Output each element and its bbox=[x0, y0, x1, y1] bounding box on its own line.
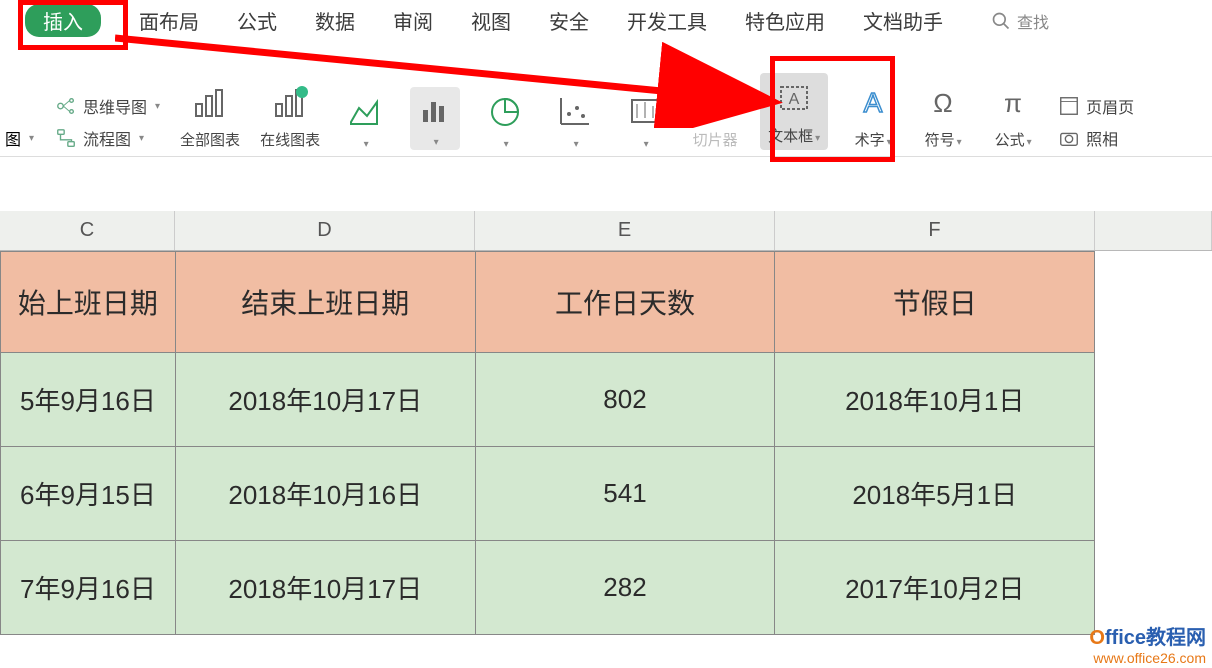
header-end-date[interactable]: 结束上班日期 bbox=[175, 252, 475, 353]
table-row: 6年9月15日 2018年10月16日 541 2018年5月1日 bbox=[1, 447, 1212, 541]
diagram-group: 思维导图▾ 流程图▾ bbox=[55, 94, 160, 150]
pie-chart-icon bbox=[487, 94, 523, 130]
spreadsheet-area: C D E F 始上班日期 结束上班日期 工作日天数 节假日 5年9月16日 2… bbox=[0, 157, 1212, 635]
col-header-f[interactable]: F bbox=[775, 211, 1095, 250]
cell[interactable]: 7年9月16日 bbox=[1, 541, 176, 635]
tab-review[interactable]: 审阅 bbox=[393, 6, 433, 35]
omega-icon: Ω bbox=[925, 84, 961, 120]
header-workdays[interactable]: 工作日天数 bbox=[475, 252, 775, 353]
chart-type-5-button[interactable]: ▾ bbox=[620, 91, 670, 150]
cell[interactable]: 2018年10月1日 bbox=[775, 353, 1095, 447]
bar-chart-icon bbox=[192, 84, 228, 120]
camera-button[interactable]: 照相 bbox=[1058, 126, 1134, 150]
textbox-button[interactable]: A 文本框▾ bbox=[760, 73, 828, 150]
header-holiday[interactable]: 节假日 bbox=[775, 252, 1095, 353]
tab-security[interactable]: 安全 bbox=[549, 6, 589, 35]
textbox-icon: A bbox=[776, 80, 812, 116]
tab-view[interactable]: 视图 bbox=[471, 6, 511, 35]
mindmap-icon bbox=[55, 95, 77, 117]
col-header-d[interactable]: D bbox=[175, 211, 475, 250]
slicer-button: 切片器 bbox=[690, 81, 740, 150]
search-label: 查找 bbox=[1017, 9, 1049, 33]
stock-chart-icon bbox=[627, 94, 663, 130]
cell[interactable]: 2017年10月2日 bbox=[775, 541, 1095, 635]
camera-icon bbox=[1058, 127, 1080, 149]
svg-text:A: A bbox=[864, 87, 883, 118]
tab-layout[interactable]: 面布局 bbox=[139, 6, 199, 35]
flowchart-icon bbox=[55, 127, 77, 149]
mindmap-button[interactable]: 思维导图▾ bbox=[55, 94, 160, 118]
cell[interactable]: 2018年10月16日 bbox=[175, 447, 475, 541]
wordart-button[interactable]: A 术字▾ bbox=[848, 81, 898, 150]
col-header-extra[interactable] bbox=[1095, 211, 1212, 250]
chart-type-4-button[interactable]: ▾ bbox=[550, 91, 600, 150]
symbol-button[interactable]: Ω 符号▾ bbox=[918, 81, 968, 150]
column-header-row: C D E F bbox=[0, 211, 1212, 251]
area-chart-icon bbox=[347, 94, 383, 130]
cell[interactable]: 802 bbox=[475, 353, 775, 447]
search-button[interactable]: 查找 bbox=[991, 9, 1049, 33]
col-header-e[interactable]: E bbox=[475, 211, 775, 250]
chart-type-1-button[interactable]: ▾ bbox=[340, 91, 390, 150]
ribbon-toolbar: 图▾ 思维导图▾ 流程图▾ 全部图表 在线图表 ▾ ▾ ▾ ▾ bbox=[0, 47, 1212, 157]
column-chart-icon bbox=[417, 92, 453, 128]
headerfooter-button[interactable]: 页眉页 bbox=[1058, 94, 1134, 118]
cell[interactable]: 541 bbox=[475, 447, 775, 541]
header-empty bbox=[1095, 252, 1212, 353]
data-table: 始上班日期 结束上班日期 工作日天数 节假日 5年9月16日 2018年10月1… bbox=[0, 251, 1212, 635]
tab-formula[interactable]: 公式 bbox=[237, 6, 277, 35]
flowchart-button[interactable]: 流程图▾ bbox=[55, 126, 160, 150]
search-icon bbox=[991, 11, 1011, 31]
chart-type-3-button[interactable]: ▾ bbox=[480, 91, 530, 150]
wordart-icon: A bbox=[855, 84, 891, 120]
watermark: Office教程网 www.office26.com bbox=[1089, 621, 1206, 666]
cell[interactable]: 6年9月15日 bbox=[1, 447, 176, 541]
svg-text:π: π bbox=[1004, 88, 1022, 118]
cell[interactable]: 2018年5月1日 bbox=[775, 447, 1095, 541]
svg-text:Ω: Ω bbox=[933, 88, 952, 118]
chart-type-2-button[interactable]: ▾ bbox=[410, 87, 460, 150]
headerfooter-icon bbox=[1058, 95, 1080, 117]
tab-data[interactable]: 数据 bbox=[315, 6, 355, 35]
tab-insert[interactable]: 插入 bbox=[25, 4, 101, 37]
online-chart-icon bbox=[272, 84, 308, 120]
tab-dochelp[interactable]: 文档助手 bbox=[863, 6, 943, 35]
header-start-date[interactable]: 始上班日期 bbox=[1, 252, 176, 353]
pi-icon: π bbox=[995, 84, 1031, 120]
table-header-row: 始上班日期 结束上班日期 工作日天数 节假日 bbox=[1, 252, 1212, 353]
cell[interactable]: 2018年10月17日 bbox=[175, 541, 475, 635]
table-row: 7年9月16日 2018年10月17日 282 2017年10月2日 bbox=[1, 541, 1212, 635]
page-group: 页眉页 照相 bbox=[1058, 94, 1134, 150]
slicer-icon bbox=[697, 84, 733, 120]
equation-button[interactable]: π 公式▾ bbox=[988, 81, 1038, 150]
tab-devtools[interactable]: 开发工具 bbox=[627, 6, 707, 35]
svg-text:A: A bbox=[789, 91, 800, 108]
cell[interactable]: 2018年10月17日 bbox=[175, 353, 475, 447]
table-row: 5年9月16日 2018年10月17日 802 2018年10月1日 bbox=[1, 353, 1212, 447]
chart-dropdown-button[interactable]: 图▾ bbox=[5, 126, 35, 150]
all-charts-button[interactable]: 全部图表 bbox=[180, 81, 240, 150]
ribbon-tabs: 插入 面布局 公式 数据 审阅 视图 安全 开发工具 特色应用 文档助手 查找 bbox=[0, 0, 1212, 47]
cell[interactable]: 5年9月16日 bbox=[1, 353, 176, 447]
online-chart-button[interactable]: 在线图表 bbox=[260, 81, 320, 150]
tab-special[interactable]: 特色应用 bbox=[745, 6, 825, 35]
cell[interactable]: 282 bbox=[475, 541, 775, 635]
col-header-c[interactable]: C bbox=[0, 211, 175, 250]
scatter-chart-icon bbox=[557, 94, 593, 130]
